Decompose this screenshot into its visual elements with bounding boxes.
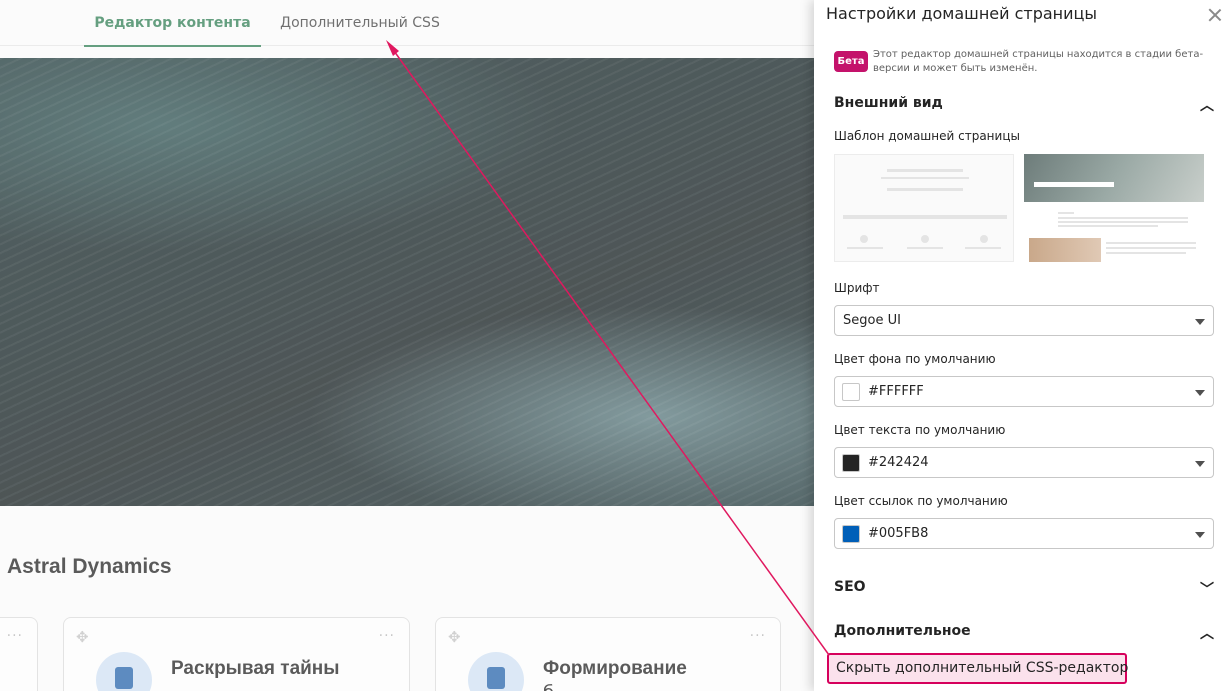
background-color-swatch — [842, 383, 860, 401]
text-color-label: Цвет текста по умолчанию — [834, 423, 1006, 437]
card-title: Формирование — [543, 658, 687, 679]
editor-tabs: Редактор контента Дополнительный CSS — [0, 0, 814, 47]
panel-title: Настройки домашней страницы — [826, 4, 1098, 23]
card-title: Раскрывая тайны — [171, 658, 340, 679]
section-appearance-toggle[interactable]: Внешний вид ︿ — [834, 95, 1214, 117]
chevron-up-icon: ︿ — [1200, 98, 1214, 114]
section-advanced-label: Дополнительное — [834, 623, 971, 639]
hide-css-editor-button[interactable]: Скрыть дополнительный CSS-редактор — [827, 653, 1128, 684]
template-option-2[interactable] — [1024, 154, 1204, 262]
hero-wave-pattern — [0, 58, 814, 506]
beta-note: Этот редактор домашней страницы находитс… — [873, 49, 1204, 74]
more-icon[interactable]: ··· — [7, 628, 23, 644]
topic-card[interactable]: ✥ ··· Формирование б — [435, 617, 781, 691]
more-icon[interactable]: ··· — [750, 628, 766, 644]
link-color-value: #005FB8 — [868, 526, 929, 541]
chevron-up-icon: ︿ — [1200, 626, 1214, 642]
font-select-value: Segoe UI — [843, 313, 901, 328]
chevron-down-icon — [1195, 461, 1205, 467]
section-advanced-toggle[interactable]: Дополнительное ︿ — [834, 623, 1214, 645]
template-option-1[interactable] — [834, 154, 1014, 262]
move-icon[interactable]: ✥ — [76, 628, 89, 646]
topic-card[interactable]: ··· — [0, 617, 38, 691]
section-seo-toggle[interactable]: SEO ﹀ — [834, 579, 1214, 601]
site-title[interactable]: Astral Dynamics — [7, 555, 172, 579]
chevron-down-icon — [1195, 532, 1205, 538]
chevron-down-icon — [1195, 319, 1205, 325]
link-color-select[interactable]: #005FB8 — [834, 518, 1214, 549]
card-title-continued: б — [543, 682, 554, 691]
book-icon — [96, 652, 152, 691]
tab-additional-css[interactable]: Дополнительный CSS — [276, 0, 444, 46]
book-icon — [468, 652, 524, 691]
homepage-settings-panel: Настройки домашней страницы Бета Этот ре… — [814, 0, 1230, 691]
tab-content-editor[interactable]: Редактор контента — [84, 0, 261, 47]
topic-card[interactable]: ✥ ··· Раскрывая тайны — [63, 617, 410, 691]
section-seo-label: SEO — [834, 579, 866, 595]
chevron-down-icon — [1195, 390, 1205, 396]
beta-badge: Бета — [834, 51, 868, 72]
move-icon[interactable]: ✥ — [448, 628, 461, 646]
more-icon[interactable]: ··· — [379, 628, 395, 644]
text-color-swatch — [842, 454, 860, 472]
template-label: Шаблон домашней страницы — [834, 129, 1020, 143]
background-color-select[interactable]: #FFFFFF — [834, 376, 1214, 407]
text-color-value: #242424 — [868, 455, 929, 470]
section-appearance-label: Внешний вид — [834, 95, 943, 111]
background-color-value: #FFFFFF — [868, 384, 924, 399]
text-color-select[interactable]: #242424 — [834, 447, 1214, 478]
link-color-label: Цвет ссылок по умолчанию — [834, 494, 1008, 508]
background-color-label: Цвет фона по умолчанию — [834, 352, 996, 366]
editor-canvas: Редактор контента Дополнительный CSS Ast… — [0, 0, 814, 691]
link-color-swatch — [842, 525, 860, 543]
close-icon[interactable] — [1206, 6, 1224, 24]
hero-banner-image[interactable] — [0, 58, 814, 506]
font-select[interactable]: Segoe UI — [834, 305, 1214, 336]
chevron-down-icon: ﹀ — [1200, 582, 1214, 598]
font-label: Шрифт — [834, 281, 880, 295]
